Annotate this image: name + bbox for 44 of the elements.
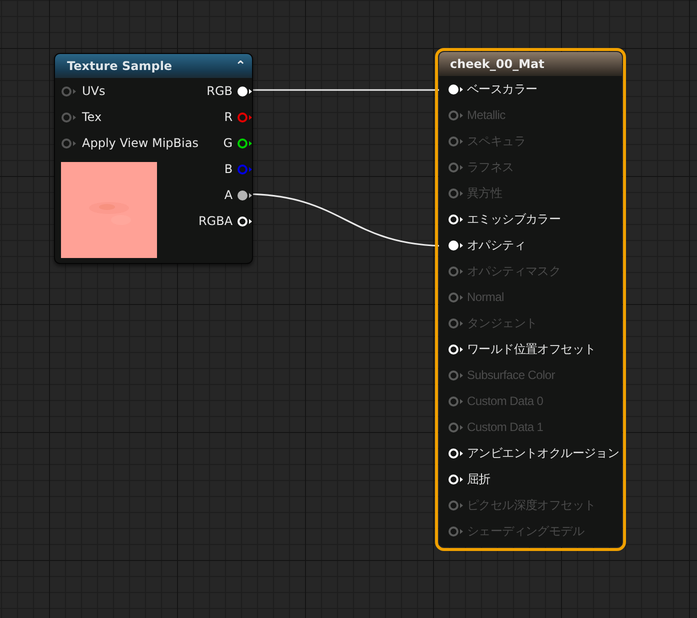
pin-icon[interactable] [236, 216, 252, 226]
pin-label: RGBA [198, 214, 233, 228]
pin-label: A [224, 188, 233, 202]
pin-label: G [223, 136, 233, 150]
texture-sample-node[interactable]: Texture Sample ⌃ UVs Tex Apply View MipBias RGB R G B A RGBA [54, 53, 253, 264]
pin-icon[interactable] [448, 84, 463, 94]
node-header[interactable]: cheek_00_Mat [439, 52, 622, 76]
pin-label: Metallic [467, 108, 506, 122]
pin-label: タンジェント [467, 314, 538, 332]
pin-icon[interactable] [448, 240, 463, 250]
pin-icon[interactable] [236, 86, 252, 96]
pin-label: シェーディングモデル [467, 522, 584, 540]
pin-label: 屈折 [467, 470, 490, 488]
pin-label: ワールド位置オフセット [467, 340, 596, 358]
pin-icon[interactable] [448, 214, 463, 224]
pin-label: Subsurface Color [467, 368, 555, 382]
pin-label: Normal [467, 290, 504, 304]
pin-icon[interactable] [236, 190, 252, 200]
pin-label: UVs [82, 84, 106, 98]
pin-label: ラフネス [467, 158, 514, 176]
pin-label: Custom Data 1 [467, 420, 544, 434]
pin-icon[interactable] [448, 344, 463, 354]
pin-label: 異方性 [467, 184, 502, 202]
material-node[interactable]: cheek_00_Mat ベースカラー Metallic スペキュラ ラフネス 異方性 エミッシブカラー オパシティ オパシティマスク Normal タンジェント ワールド位置オフセット Subsurface Color Custom Data 0 Custom Data 1 アンビエントオクルージョン 屈折 ピクセル深度オフセット シェーディングモデル [435, 48, 626, 551]
node-header[interactable]: Texture Sample ⌃ [55, 54, 252, 78]
pin-label: オパシティ [467, 236, 526, 254]
pin-label: Tex [82, 110, 102, 124]
pin-label: スペキュラ [467, 132, 526, 150]
pin-icon[interactable] [236, 138, 252, 148]
pin-label: オパシティマスク [467, 262, 561, 280]
pin-label: エミッシブカラー [467, 210, 561, 228]
node-title: Texture Sample [67, 59, 172, 73]
node-title: cheek_00_Mat [450, 57, 544, 71]
pin-label: Custom Data 0 [467, 394, 544, 408]
pin-label: B [224, 162, 233, 176]
pin-label: RGB [206, 84, 233, 98]
pin-label: Apply View MipBias [82, 136, 198, 150]
pin-label: ピクセル深度オフセット [467, 496, 596, 514]
collapse-toggle[interactable]: ⌃ [235, 58, 246, 74]
pin-label: アンビエントオクルージョン [467, 444, 620, 462]
pin-icon[interactable] [448, 448, 463, 458]
pin-label: ベースカラー [467, 80, 538, 98]
pin-icon[interactable] [448, 474, 463, 484]
pin-label: R [224, 110, 233, 124]
